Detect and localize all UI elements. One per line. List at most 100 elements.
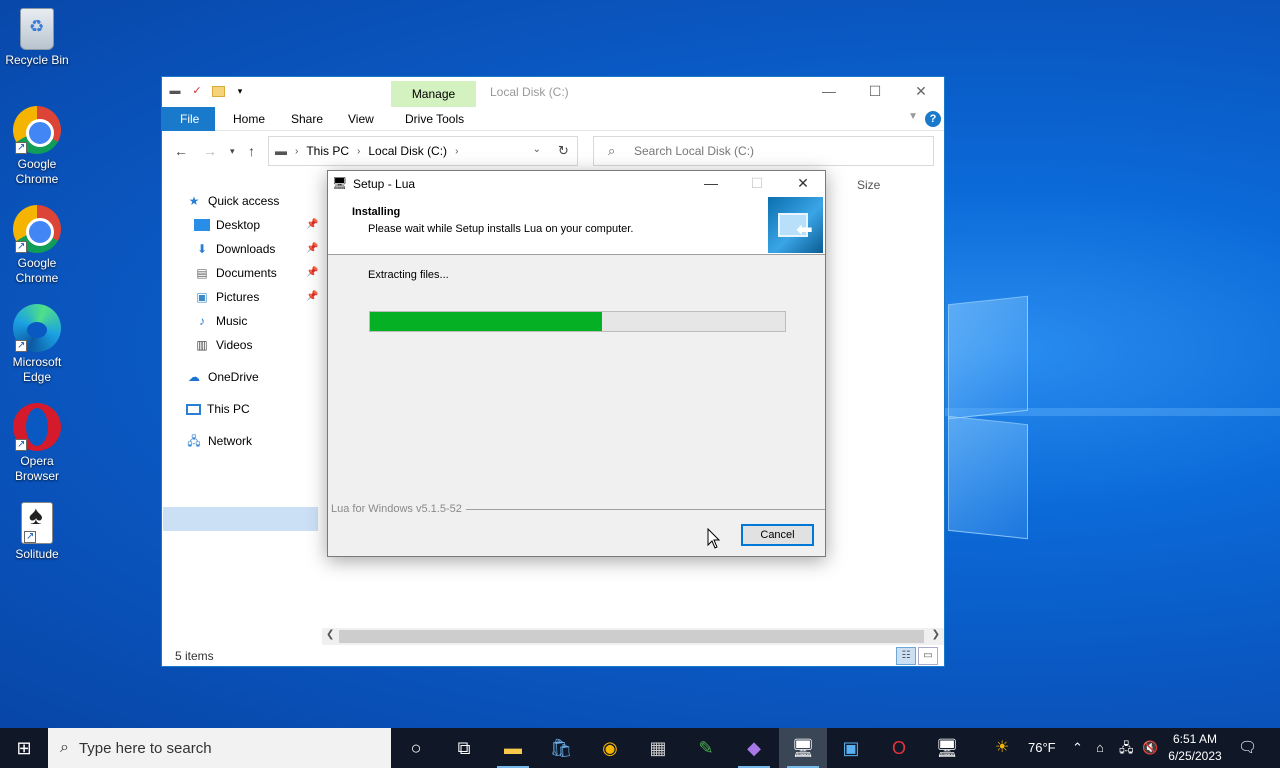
setup-title: Setup - Lua [353, 177, 416, 191]
pin-icon[interactable]: 📌 [306, 237, 318, 261]
nav-label: This PC [207, 402, 250, 416]
opera-taskbar-icon[interactable]: O [875, 728, 923, 768]
visual-studio-icon[interactable]: ◆ [730, 728, 778, 768]
scroll-right-icon[interactable]: ❯ [932, 629, 940, 640]
breadcrumb-this-pc[interactable]: This PC [306, 144, 349, 158]
desktop-icon-label: Opera Browser [14, 454, 59, 483]
maximize-icon[interactable]: ☐ [852, 77, 898, 107]
nav-videos[interactable]: ▥ Videos [194, 333, 252, 357]
network-icon[interactable]: 🖧 [1119, 728, 1134, 768]
desktop-icon-recycle-bin[interactable]: Recycle Bin [0, 8, 74, 68]
tab-manage[interactable]: Manage [391, 81, 476, 107]
nav-network[interactable]: 🖧 Network [186, 429, 252, 453]
setup-dialog: 🖥 Setup - Lua — ☐ ✕ Installing Please wa… [327, 170, 826, 557]
notifications-icon[interactable]: 🗨 [1238, 728, 1257, 768]
search-icon: ⌕ [60, 739, 69, 756]
nav-downloads[interactable]: ⬇ Downloads 📌 [194, 237, 318, 261]
breadcrumb-local-disk[interactable]: Local Disk (C:) [368, 144, 447, 158]
chevron-right-icon[interactable]: › [455, 146, 458, 157]
help-icon[interactable]: ? [925, 111, 941, 127]
taskbar-search-input[interactable]: ⌕ Type here to search [48, 728, 391, 768]
editor-icon[interactable]: ✎ [682, 728, 730, 768]
setup-heading: Installing [352, 206, 401, 218]
recent-locations-icon[interactable]: ▾ [230, 146, 235, 157]
nav-label: Network [208, 434, 253, 448]
nav-quick-access[interactable]: ★ Quick access [186, 189, 280, 213]
opera-icon [13, 403, 61, 452]
mouse-cursor-icon [707, 528, 721, 549]
setup-taskbar-icon[interactable]: 🖥 [779, 728, 827, 768]
desktop-icon-opera-browser[interactable]: Opera Browser [0, 403, 74, 484]
control-panel-icon[interactable]: ▣ [827, 728, 875, 768]
meet-now-icon[interactable]: ⌂ [1096, 728, 1104, 768]
file-explorer-taskbar-icon[interactable]: ▬ [489, 728, 537, 768]
back-icon[interactable]: ← [174, 143, 188, 159]
show-hidden-icons-icon[interactable]: ⌃ [1072, 728, 1083, 768]
cancel-button[interactable]: Cancel [741, 524, 814, 546]
close-icon[interactable]: ✕ [898, 77, 944, 107]
nav-label: Pictures [216, 290, 260, 304]
close-icon[interactable]: ✕ [780, 171, 826, 197]
task-view-icon[interactable]: ⧉ [440, 728, 488, 768]
nav-music[interactable]: ♪ Music [194, 309, 247, 333]
weather-temperature[interactable]: 76°F [1028, 728, 1056, 768]
progress-fill [370, 312, 603, 331]
taskbar-search-placeholder: Type here to search [78, 739, 212, 757]
pin-icon[interactable]: 📌 [306, 285, 318, 309]
scroll-left-icon[interactable]: ❮ [326, 629, 334, 640]
chrome-taskbar-icon[interactable]: ◉ [586, 728, 634, 768]
installer-icon[interactable]: 🖥 [923, 728, 971, 768]
up-icon[interactable]: ↑ [248, 143, 255, 159]
chevron-right-icon[interactable]: › [295, 146, 298, 157]
nav-label: Desktop [216, 218, 261, 232]
pin-icon[interactable]: 📌 [306, 213, 318, 237]
column-header-size[interactable]: Size [857, 178, 880, 192]
scrollbar-thumb[interactable] [339, 630, 924, 643]
desktop-icon-google-chrome[interactable]: Google Chrome [0, 106, 74, 187]
start-button[interactable]: ⊞ [0, 728, 48, 768]
tab-view[interactable]: View [336, 107, 386, 131]
customize-toolbar-icon[interactable]: ▾ [233, 84, 247, 98]
nav-desktop[interactable]: Desktop 📌 [194, 213, 318, 237]
nav-onedrive[interactable]: ☁ OneDrive [186, 365, 259, 389]
address-dropdown-icon[interactable]: ⌄ [533, 144, 541, 155]
tab-share[interactable]: Share [279, 107, 335, 131]
window-controls: — ☐ ✕ [806, 77, 944, 107]
store-icon[interactable]: 🛍 [537, 728, 585, 768]
details-view-icon[interactable]: ☷ [896, 647, 916, 665]
maximize-icon: ☐ [750, 175, 764, 191]
address-bar[interactable]: ▬ › This PC › Local Disk (C:) › ⌄ [268, 136, 578, 166]
refresh-button[interactable]: ↻ [550, 136, 578, 166]
setup-app-icon: 🖥 [332, 176, 348, 190]
chevron-right-icon[interactable]: › [357, 146, 360, 157]
horizontal-scrollbar[interactable]: ❮ ❯ [322, 628, 944, 645]
desktop-icon-solitude[interactable]: Solitude [0, 502, 74, 562]
minimize-icon[interactable]: — [688, 171, 734, 197]
new-folder-icon[interactable] [212, 85, 225, 97]
forward-icon[interactable]: → [203, 143, 217, 159]
nav-this-pc[interactable]: This PC [186, 397, 250, 421]
expand-ribbon-icon[interactable]: ▼ [908, 111, 918, 122]
app-icon[interactable]: ▦ [634, 728, 682, 768]
setup-status-text: Extracting files... [368, 269, 449, 281]
nav-documents[interactable]: ▤ Documents 📌 [194, 261, 318, 285]
volume-muted-icon[interactable]: 🔇 [1142, 728, 1158, 768]
tab-drive-tools[interactable]: Drive Tools [393, 107, 476, 131]
properties-icon[interactable]: ✓ [190, 84, 204, 98]
desktop-icon-google-chrome-2[interactable]: Google Chrome [0, 205, 74, 286]
setup-install-icon [768, 197, 823, 253]
document-icon: ▤ [196, 266, 208, 280]
cortana-icon[interactable]: ○ [392, 728, 440, 768]
taskbar-clock[interactable]: 6:51 AM 6/25/2023 [1165, 731, 1225, 765]
video-icon: ▥ [196, 338, 208, 352]
nav-pictures[interactable]: ▣ Pictures 📌 [194, 285, 318, 309]
nav-label: OneDrive [208, 370, 259, 384]
tab-home[interactable]: Home [221, 107, 277, 131]
minimize-icon[interactable]: — [806, 77, 852, 107]
pin-icon[interactable]: 📌 [306, 261, 318, 285]
large-icons-view-icon[interactable]: ▭ [918, 647, 938, 665]
weather-icon[interactable]: ☀ [995, 728, 1009, 768]
tab-file[interactable]: File [162, 107, 215, 131]
search-input[interactable]: ⌕ Search Local Disk (C:) [593, 136, 934, 166]
desktop-icon-microsoft-edge[interactable]: Microsoft Edge [0, 304, 74, 385]
